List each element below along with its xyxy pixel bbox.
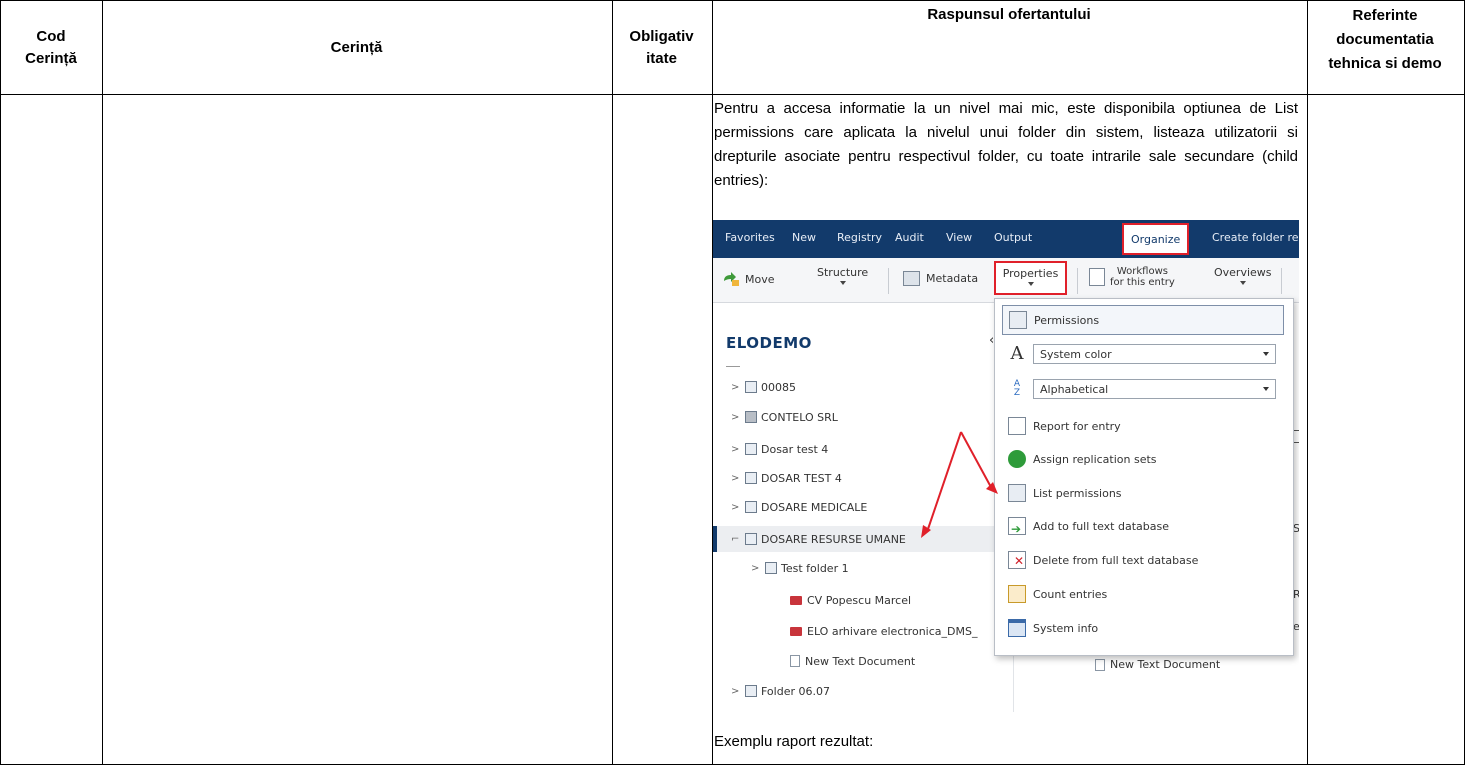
column-divider [612,1,613,764]
header-raspuns: Raspunsul ofertantului [927,6,1091,23]
header-obligativitate: Obligativ itate [629,28,694,67]
report-caption: Exemplu raport rezultat: [714,733,874,750]
column-divider [1307,1,1308,764]
annotation-arrows [921,431,998,538]
annotation-arrow-left [926,431,962,533]
document-page: Cod Cerință Cerință Obligativ itate Rasp… [0,0,1465,765]
annotation-arrow-right [960,431,993,490]
response-paragraph: Pentru a accesa informatie la un nivel m… [714,100,1298,189]
header-cod-cerinta: Cod Cerință [25,28,77,67]
embedded-screenshot: Favorites New Registry Audit View Output… [713,214,1299,712]
column-divider [102,1,103,764]
header-referinte: Referinte documentatia tehnica si demo [1328,7,1442,72]
arrowhead-icon [986,482,998,494]
header-cerinta: Cerință [330,39,383,56]
header-divider [1,94,1464,95]
